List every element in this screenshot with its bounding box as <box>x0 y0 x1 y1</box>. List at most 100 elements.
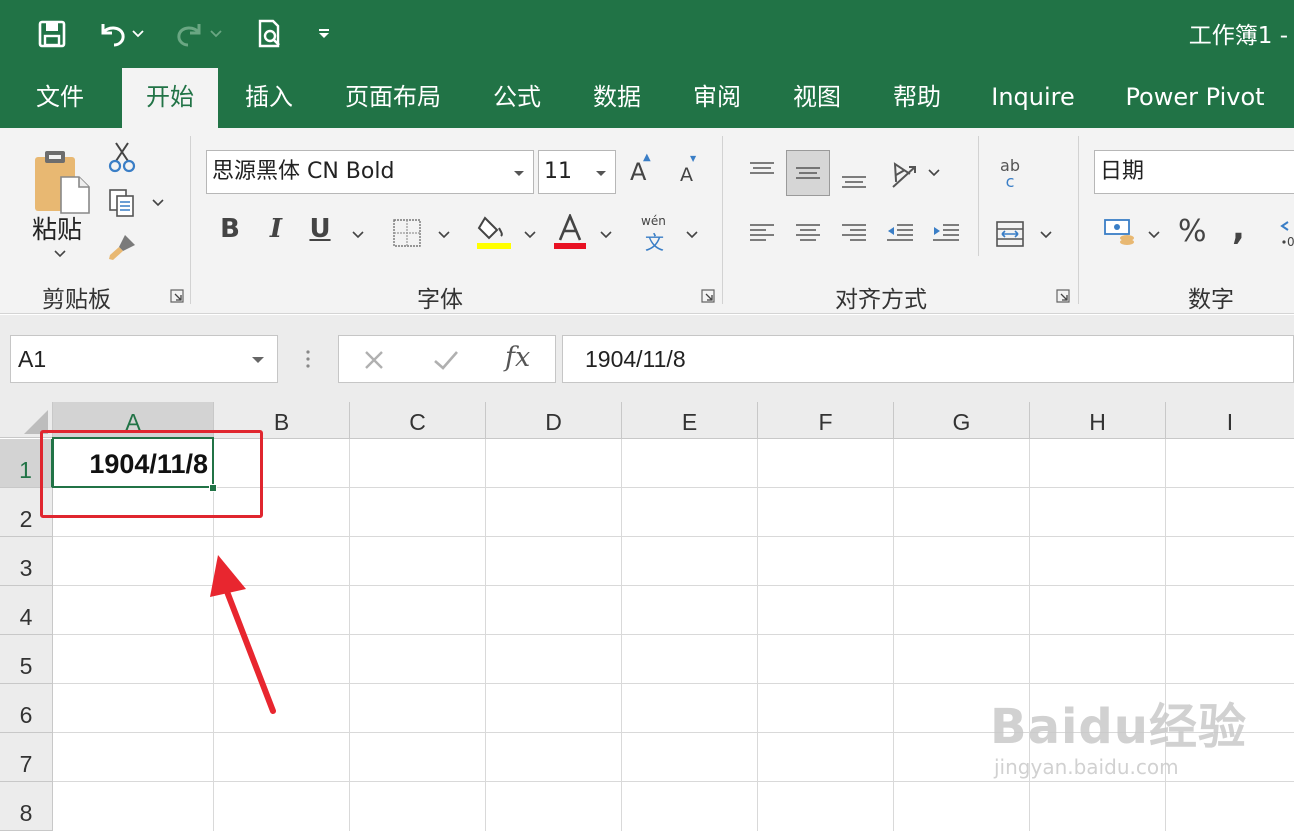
font-name-dropdown-icon[interactable] <box>513 170 525 178</box>
merge-dropdown-icon[interactable] <box>1038 230 1054 240</box>
font-size-value: 11 <box>544 159 572 184</box>
customize-toolbar-icon[interactable] <box>306 14 342 54</box>
print-preview-icon[interactable] <box>250 14 290 54</box>
name-box-dropdown-icon[interactable] <box>251 356 265 364</box>
align-left-icon[interactable] <box>744 216 780 252</box>
grid-line <box>621 439 622 831</box>
increase-decimal-icon[interactable]: 0 <box>1278 214 1294 250</box>
decrease-indent-icon[interactable] <box>882 216 918 252</box>
format-painter-icon[interactable] <box>104 230 140 264</box>
tab-page-layout[interactable]: 页面布局 <box>330 68 456 128</box>
formula-input[interactable]: 1904/11/8 <box>562 335 1294 383</box>
merge-center-icon[interactable] <box>992 216 1028 252</box>
accounting-dropdown-icon[interactable] <box>1146 230 1162 240</box>
comma-style-button[interactable]: , <box>1232 208 1245 248</box>
italic-button[interactable]: I <box>258 214 294 244</box>
copy-icon[interactable] <box>104 186 140 220</box>
underline-button[interactable]: U <box>302 214 338 244</box>
undo-dropdown-icon[interactable] <box>128 14 148 54</box>
watermark: Baidu经验 jingyan.baidu.com <box>990 687 1247 779</box>
font-name-combo[interactable]: 思源黑体 CN Bold <box>206 150 534 194</box>
row-header-8[interactable]: 8 <box>0 782 53 831</box>
font-group-label: 字体 <box>417 287 463 313</box>
alignment-launcher-icon[interactable] <box>1056 288 1070 303</box>
tab-help[interactable]: 帮助 <box>876 68 958 128</box>
copy-dropdown-icon[interactable] <box>150 196 166 210</box>
cancel-icon[interactable] <box>359 346 389 374</box>
phonetic-dropdown-icon[interactable] <box>684 230 700 240</box>
insert-function-button[interactable]: fx <box>505 342 530 373</box>
tab-inquire[interactable]: Inquire <box>978 68 1088 128</box>
svg-text:0: 0 <box>1287 235 1294 248</box>
row-header-6[interactable]: 6 <box>0 684 53 733</box>
number-format-combo[interactable]: 日期 <box>1094 150 1294 194</box>
align-center-icon[interactable] <box>790 216 826 252</box>
document-title: 工作簿1 - <box>1188 23 1288 49</box>
column-header-f[interactable]: F <box>758 402 894 439</box>
font-size-dropdown-icon[interactable] <box>595 170 607 178</box>
redo-icon[interactable] <box>170 14 210 54</box>
font-size-combo[interactable]: 11 <box>538 150 616 194</box>
grid-line <box>53 536 1294 537</box>
align-right-icon[interactable] <box>836 216 872 252</box>
font-name-value: 思源黑体 CN Bold <box>212 159 395 184</box>
font-launcher-icon[interactable] <box>701 288 715 303</box>
align-middle-icon[interactable] <box>786 150 830 196</box>
bold-button[interactable]: B <box>212 214 248 244</box>
watermark-url: jingyan.baidu.com <box>994 755 1179 779</box>
row-header-5[interactable]: 5 <box>0 635 53 684</box>
undo-icon[interactable] <box>92 14 132 54</box>
number-format-value: 日期 <box>1100 159 1145 184</box>
redo-dropdown-icon[interactable] <box>206 14 226 54</box>
percent-style-button[interactable]: % <box>1178 214 1207 249</box>
row-header-3[interactable]: 3 <box>0 537 53 586</box>
underline-dropdown-icon[interactable] <box>350 230 366 240</box>
orientation-icon[interactable] <box>882 154 922 194</box>
phonetic-pinyin[interactable]: wén <box>641 214 666 228</box>
tab-power-pivot[interactable]: Power Pivot <box>1112 68 1278 128</box>
align-bottom-icon[interactable] <box>836 162 872 198</box>
fill-color-dropdown-icon[interactable] <box>522 230 538 240</box>
row-header-7[interactable]: 7 <box>0 733 53 782</box>
worksheet-grid: A B C D E F G H I 1 2 3 4 5 6 7 8 1904/1… <box>0 402 1294 831</box>
column-header-d[interactable]: D <box>486 402 622 439</box>
orientation-dropdown-icon[interactable] <box>926 168 942 178</box>
font-color-icon[interactable] <box>550 214 590 250</box>
column-header-g[interactable]: G <box>894 402 1030 439</box>
row-header-4[interactable]: 4 <box>0 586 53 635</box>
paste-label[interactable]: 粘贴 <box>32 210 82 246</box>
tab-review[interactable]: 审阅 <box>676 68 758 128</box>
formula-bar: A1 fx 1904/11/8 <box>0 315 1294 402</box>
phonetic-guide-button[interactable]: 文 <box>645 228 664 255</box>
enter-icon[interactable] <box>431 346 461 374</box>
fill-color-icon[interactable] <box>474 214 514 250</box>
save-icon[interactable] <box>32 14 72 54</box>
column-header-e[interactable]: E <box>622 402 758 439</box>
cut-icon[interactable] <box>104 140 140 174</box>
clipboard-launcher-icon[interactable] <box>170 288 184 303</box>
formula-bar-grip-icon[interactable] <box>300 345 316 373</box>
accounting-format-icon[interactable] <box>1100 214 1140 250</box>
column-header-c[interactable]: C <box>350 402 486 439</box>
shrink-font-button[interactable]: A <box>680 164 693 186</box>
tab-data[interactable]: 数据 <box>576 68 658 128</box>
tab-home[interactable]: 开始 <box>122 68 218 130</box>
paste-dropdown-icon[interactable] <box>52 248 68 260</box>
tab-file[interactable]: 文件 <box>16 68 104 128</box>
column-header-i[interactable]: I <box>1166 402 1294 439</box>
tab-formulas[interactable]: 公式 <box>476 68 558 128</box>
ribbon-separator <box>978 136 979 256</box>
tab-view[interactable]: 视图 <box>776 68 858 128</box>
borders-icon[interactable] <box>390 216 424 250</box>
wrap-text-icon[interactable]: ab c <box>992 154 1028 194</box>
grid-line <box>893 439 894 831</box>
name-box[interactable]: A1 <box>10 335 278 383</box>
increase-indent-icon[interactable] <box>928 216 964 252</box>
align-top-icon[interactable] <box>744 152 780 188</box>
formula-buttons: fx <box>338 335 556 383</box>
borders-dropdown-icon[interactable] <box>436 230 452 240</box>
grid-line <box>485 439 486 831</box>
column-header-h[interactable]: H <box>1030 402 1166 439</box>
tab-insert[interactable]: 插入 <box>228 68 310 128</box>
font-color-dropdown-icon[interactable] <box>598 230 614 240</box>
